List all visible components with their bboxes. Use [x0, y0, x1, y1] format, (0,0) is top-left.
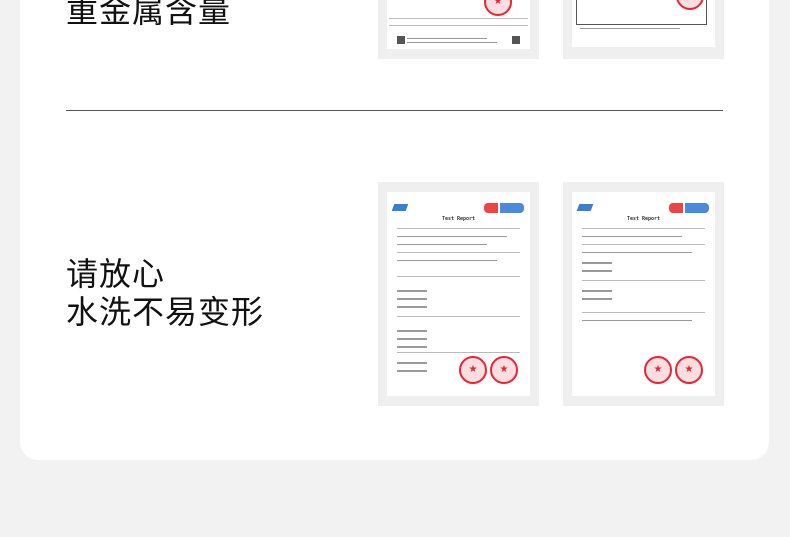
red-seal-icon: [644, 356, 672, 384]
report-title: Test Report: [626, 216, 661, 222]
report-image-top-1: [378, 0, 539, 59]
test-report-image-2: Test Report: [563, 182, 724, 406]
red-seal-icon: [490, 356, 518, 384]
accreditation-logos: [484, 203, 524, 213]
red-seal-icon: [675, 356, 703, 384]
red-seal-icon: [459, 356, 487, 384]
wash-heading-line1: 请放心: [66, 255, 166, 293]
lab-logo: [391, 204, 409, 211]
report-title: Test Report: [441, 216, 476, 222]
heavy-metal-heading: 重金属含量: [66, 0, 232, 30]
lab-logo: [576, 204, 594, 211]
accreditation-logos: [669, 203, 709, 213]
test-report-image-1: Test Report: [378, 182, 539, 406]
section-divider: [66, 110, 723, 111]
report-image-top-2: [563, 0, 724, 59]
wash-heading-line2: 水洗不易变形: [66, 293, 265, 331]
